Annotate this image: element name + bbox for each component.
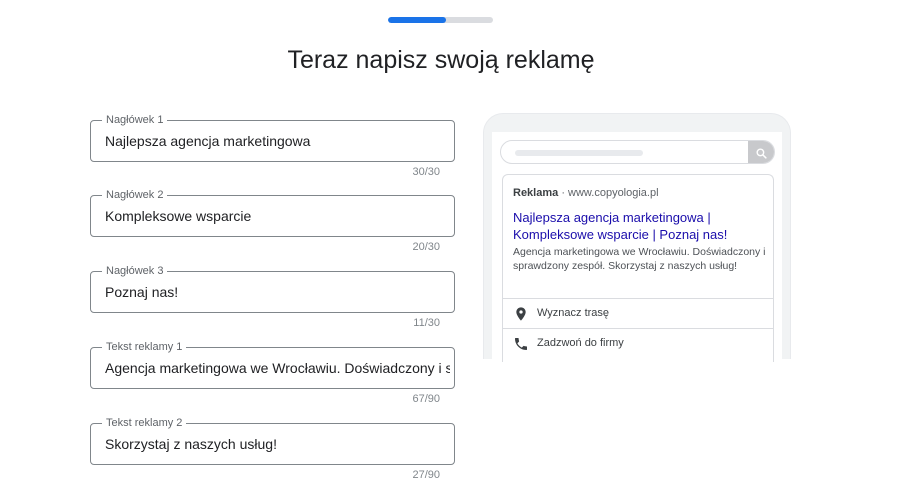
- ad-meta: Reklama · www.copyologia.pl: [513, 187, 659, 199]
- ad-label: Reklama: [513, 187, 559, 199]
- progress-bar-fill: [388, 17, 446, 23]
- ad-description: Agencja marketingowa we Wrocławiu. Doświ…: [513, 246, 766, 272]
- ad-url: · www.copyologia.pl: [561, 187, 659, 199]
- headline-2-field[interactable]: Nagłówek 2: [90, 188, 455, 237]
- headline-3-counter: 11/30: [413, 317, 440, 329]
- headline-3-field[interactable]: Nagłówek 3: [90, 264, 455, 313]
- headline-1-counter: 30/30: [412, 166, 440, 178]
- description-2-input[interactable]: [105, 424, 450, 464]
- preview-search-bar: [500, 140, 775, 164]
- description-2-field[interactable]: Tekst reklamy 2: [90, 416, 455, 465]
- headline-1-field[interactable]: Nagłówek 1: [90, 113, 455, 162]
- ad-extension-directions-label: Wyznacz trasę: [537, 307, 610, 319]
- ad-preview-phone: Reklama · www.copyologia.pl Najlepsza ag…: [483, 113, 791, 362]
- headline-2-input[interactable]: [105, 196, 450, 236]
- search-button: [748, 141, 774, 163]
- ad-extension-directions: Wyznacz trasę: [503, 298, 773, 328]
- phone-screen: Reklama · www.copyologia.pl Najlepsza ag…: [492, 132, 782, 362]
- ad-preview-card: Reklama · www.copyologia.pl Najlepsza ag…: [502, 174, 774, 362]
- search-placeholder: [515, 150, 643, 156]
- ad-headline: Najlepsza agencja marketingowa | Komplek…: [513, 210, 728, 242]
- location-pin-icon: [516, 307, 526, 321]
- headline-3-input[interactable]: [105, 272, 450, 312]
- headline-1-input[interactable]: [105, 121, 450, 161]
- page-title: Teraz napisz swoją reklamę: [287, 46, 595, 74]
- description-2-counter: 27/90: [412, 469, 440, 481]
- phone-icon: [515, 338, 527, 350]
- description-1-input[interactable]: [105, 348, 450, 388]
- search-icon: [755, 147, 767, 159]
- ad-extension-call-label: Zadzwoń do firmy: [537, 337, 624, 349]
- progress-bar: [388, 17, 493, 23]
- headline-2-counter: 20/30: [412, 241, 440, 253]
- description-1-counter: 67/90: [412, 393, 440, 405]
- ad-extension-call: Zadzwoń do firmy: [503, 328, 773, 358]
- description-1-field[interactable]: Tekst reklamy 1: [90, 340, 455, 389]
